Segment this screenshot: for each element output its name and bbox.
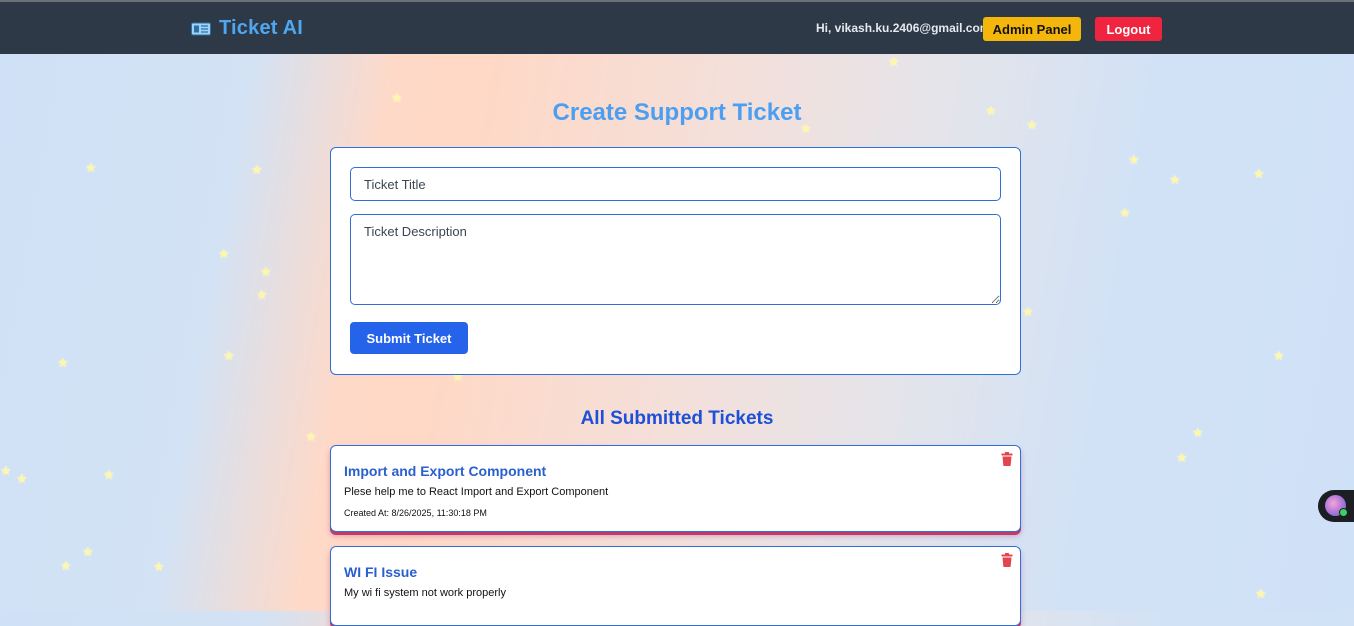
star-icon: ★ [153, 559, 165, 574]
star-icon: ★ [251, 162, 263, 177]
star-icon: ★ [1176, 450, 1188, 465]
star-icon: ★ [1128, 152, 1140, 167]
user-greeting: Hi, vikash.ku.2406@gmail.com [816, 21, 991, 35]
ticket-description: Plese help me to React Import and Export… [344, 486, 609, 498]
ticket-title-input[interactable] [350, 167, 1001, 201]
star-icon: ★ [1119, 205, 1131, 220]
brand-name: Ticket AI [219, 17, 304, 39]
ticket-icon [191, 21, 211, 37]
star-icon: ★ [1273, 348, 1285, 363]
online-status-dot [1339, 508, 1348, 517]
admin-panel-button[interactable]: Admin Panel [983, 17, 1081, 41]
logout-button[interactable]: Logout [1095, 17, 1162, 41]
star-icon: ★ [0, 463, 12, 478]
star-icon: ★ [260, 264, 272, 279]
star-icon: ★ [223, 348, 235, 363]
star-icon: ★ [16, 471, 28, 486]
ticket-description: My wi fi system not work properly [344, 587, 506, 599]
star-icon: ★ [1253, 166, 1265, 181]
star-icon: ★ [218, 246, 230, 261]
create-ticket-form: Submit Ticket [330, 147, 1021, 375]
floating-assistant-widget[interactable] [1318, 490, 1354, 522]
ticket-title: Import and Export Component [344, 463, 547, 479]
star-icon: ★ [85, 160, 97, 175]
star-icon: ★ [305, 429, 317, 444]
star-icon: ★ [1022, 304, 1034, 319]
delete-ticket-icon[interactable] [1001, 452, 1013, 466]
tickets-heading: All Submitted Tickets [580, 408, 774, 429]
star-icon: ★ [1255, 586, 1267, 601]
submit-ticket-button[interactable]: Submit Ticket [350, 322, 468, 354]
ticket-card[interactable]: WI FI Issue My wi fi system not work pro… [330, 546, 1021, 626]
star-icon: ★ [57, 355, 69, 370]
star-icon: ★ [103, 467, 115, 482]
ticket-title: WI FI Issue [344, 564, 418, 580]
star-icon: ★ [256, 287, 268, 302]
ticket-description-input[interactable] [350, 214, 1001, 305]
navbar: Ticket AI Hi, vikash.ku.2406@gmail.com A… [0, 2, 1354, 54]
star-icon: ★ [1169, 172, 1181, 187]
star-icon: ★ [888, 54, 900, 69]
delete-ticket-icon[interactable] [1001, 553, 1013, 567]
star-icon: ★ [82, 544, 94, 559]
ticket-card[interactable]: Import and Export Component Plese help m… [330, 445, 1021, 532]
ticket-created-at: Created At: 8/26/2025, 11:30:18 PM [344, 508, 487, 518]
brand[interactable]: Ticket AI [191, 17, 303, 40]
page-title: Create Support Ticket [552, 99, 802, 126]
star-icon: ★ [60, 558, 72, 573]
